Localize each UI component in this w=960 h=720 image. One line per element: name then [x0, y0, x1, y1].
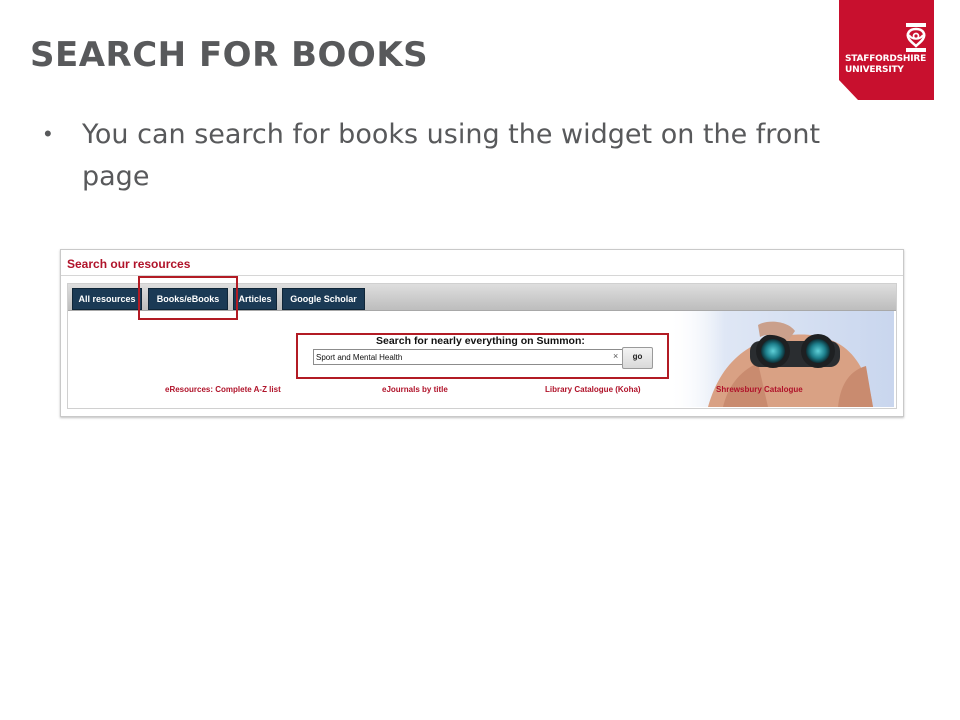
tab-books-ebooks[interactable]: Books/eBooks — [148, 288, 228, 310]
logo-line-2: UNIVERSITY — [845, 65, 904, 75]
bullet-point: • You can search for books using the wid… — [44, 114, 884, 198]
slide-title: SEARCH FOR BOOKS — [30, 35, 429, 75]
search-resources-widget: Search our resources All resources Books… — [60, 249, 904, 417]
tab-google-scholar[interactable]: Google Scholar — [282, 288, 365, 310]
go-button[interactable]: go — [622, 347, 653, 369]
link-shrewsbury-catalogue[interactable]: Shrewsbury Catalogue — [716, 385, 803, 394]
widget-divider — [61, 275, 903, 276]
clear-icon[interactable]: × — [613, 350, 618, 362]
search-panel: All resources Books/eBooks Articles Goog… — [67, 283, 897, 409]
tab-articles[interactable]: Articles — [233, 288, 277, 310]
widget-title: Search our resources — [67, 257, 191, 271]
link-eresources-a-z[interactable]: eResources: Complete A-Z list — [165, 385, 281, 394]
logo-wordmark: STAFFORDSHIRE UNIVERSITY — [845, 54, 926, 76]
tab-strip: All resources Books/eBooks Articles Goog… — [68, 284, 896, 311]
link-library-catalogue-koha[interactable]: Library Catalogue (Koha) — [545, 385, 641, 394]
staffordshire-university-logo: STAFFORDSHIRE UNIVERSITY — [839, 0, 934, 100]
bullet-dot: • — [44, 121, 52, 146]
summon-search-input[interactable] — [313, 349, 641, 365]
link-ejournals-by-title[interactable]: eJournals by title — [382, 385, 448, 394]
knot-crest-icon — [906, 23, 926, 52]
tab-all-resources[interactable]: All resources — [72, 288, 142, 310]
logo-line-1: STAFFORDSHIRE — [845, 54, 927, 64]
search-heading: Search for nearly everything on Summon: — [376, 335, 585, 347]
bullet-text: You can search for books using the widge… — [82, 119, 821, 192]
